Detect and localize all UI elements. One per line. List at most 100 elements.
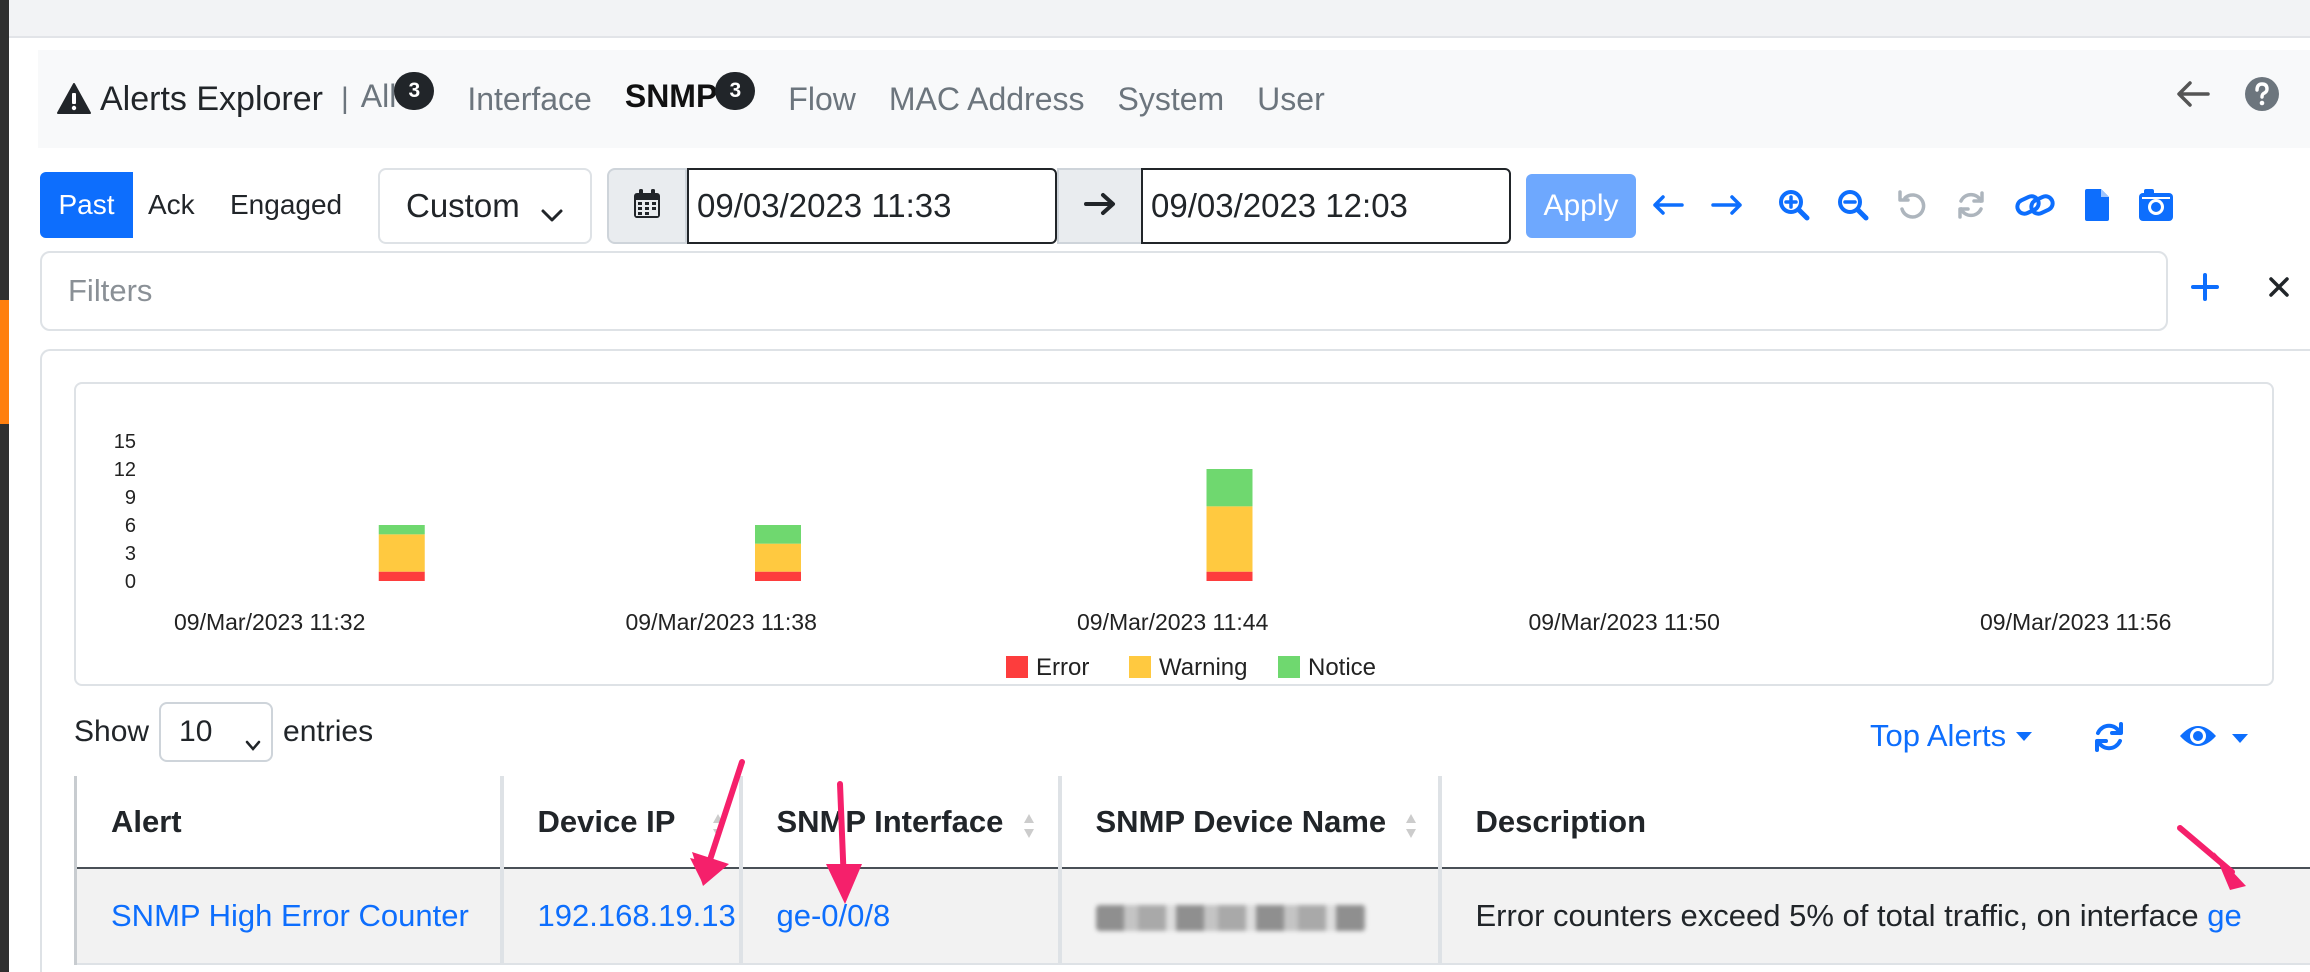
cell-alert: SNMP High Error Counter <box>74 868 502 965</box>
device-ip-link[interactable]: 192.168.19.13 <box>538 898 736 933</box>
chart-canvas: 15 12 9 6 3 0 09/Mar/2023 11:32 09/Mar/2023 11:… <box>114 431 2172 681</box>
chart-bar <box>1206 571 1253 581</box>
sort-icon <box>712 814 723 838</box>
help-icon[interactable] <box>2244 76 2280 112</box>
alert-link[interactable]: SNMP High Error Counter <box>111 898 469 933</box>
arrow-left-icon[interactable] <box>1652 194 1684 216</box>
chart-bar <box>1206 469 1253 507</box>
y-tick-label: 9 <box>125 487 136 509</box>
x-tick-label: 09/Mar/2023 11:56 <box>1980 609 2171 635</box>
clear-filters-icon[interactable] <box>2268 276 2290 303</box>
chart-bar <box>378 571 425 581</box>
arrow-right-icon[interactable] <box>1711 194 1743 216</box>
page-header: Alerts Explorer | All 3 Interface SNMP 3 F… <box>38 50 2310 148</box>
legend-swatch <box>1129 656 1151 678</box>
description-interface-link[interactable]: ge <box>2207 898 2241 933</box>
chart-bar <box>755 571 801 581</box>
refresh-icon[interactable] <box>1955 189 1987 221</box>
entries-control: Show 10 entries <box>74 702 373 762</box>
page-title: Alerts Explorer <box>100 79 323 118</box>
chart-bar <box>755 525 801 544</box>
sidebar-strip <box>0 0 9 972</box>
y-tick-label: 15 <box>114 431 136 453</box>
tab-user[interactable]: User <box>1257 81 1325 118</box>
entries-select[interactable]: 10 <box>159 702 274 762</box>
filters-box <box>40 251 2168 331</box>
filters-input[interactable] <box>42 253 2166 329</box>
tab-snmp-count-badge: 3 <box>715 72 756 110</box>
cell-description: Error counters exceed 5% of total traffi… <box>1437 868 2310 965</box>
tab-all-count-badge: 3 <box>394 72 435 110</box>
top-alerts-dropdown[interactable]: Top Alerts <box>1870 718 2033 754</box>
cell-snmp-device-name <box>1057 868 1440 965</box>
alerts-table: Alert Device IP SNMP Interface SNMP Devi… <box>74 776 2310 965</box>
y-tick-label: 0 <box>125 571 136 593</box>
snmp-interface-link[interactable]: ge-0/0/8 <box>777 898 891 933</box>
apply-button[interactable]: Apply <box>1526 174 1636 238</box>
column-header-snmp-interface[interactable]: SNMP Interface <box>738 776 1060 869</box>
tab-system[interactable]: System <box>1117 81 1224 118</box>
file-icon[interactable] <box>2083 188 2111 222</box>
link-icon[interactable] <box>2014 189 2056 221</box>
x-tick-label: 09/Mar/2023 11:38 <box>626 609 817 635</box>
zoom-in-icon[interactable] <box>1778 189 1810 221</box>
x-tick-label: 09/Mar/2023 11:32 <box>174 609 365 635</box>
redacted-device-name <box>1095 904 1366 931</box>
chevron-down-icon <box>540 194 564 232</box>
y-tick-label: 3 <box>125 543 136 565</box>
cell-snmp-interface: ge-0/0/8 <box>738 868 1060 965</box>
engaged-button[interactable]: Engaged <box>230 168 342 242</box>
undo-icon[interactable] <box>1896 189 1928 221</box>
toolbar-icons <box>1652 168 2174 242</box>
arrow-left-icon[interactable] <box>2176 80 2210 108</box>
date-from-input[interactable]: 09/03/2023 11:33 <box>687 168 1057 244</box>
caret-down-icon <box>2232 734 2248 743</box>
tab-interface[interactable]: Interface <box>467 81 592 118</box>
calendar-icon <box>632 188 662 225</box>
add-filter-icon[interactable] <box>2190 272 2220 307</box>
entries-label: entries <box>283 715 374 748</box>
time-controls: Past Ack Engaged Custom 09/03/2023 11:33… <box>40 168 2290 244</box>
sort-icon <box>1405 814 1416 838</box>
x-tick-label: 09/Mar/2023 11:44 <box>1077 609 1269 635</box>
calendar-button[interactable] <box>607 168 687 244</box>
table-row: SNMP High Error Counter 192.168.19.13 ge… <box>74 868 2310 965</box>
column-header-snmp-device-name[interactable]: SNMP Device Name <box>1057 776 1440 869</box>
column-header-alert[interactable]: Alert <box>74 776 502 869</box>
caret-down-icon <box>2016 731 2033 741</box>
tab-mac-address[interactable]: MAC Address <box>889 81 1085 118</box>
warning-icon <box>56 81 92 117</box>
top-bar <box>9 0 2310 38</box>
column-header-description[interactable]: Description <box>1437 776 2310 869</box>
past-button[interactable]: Past <box>40 172 133 238</box>
refresh-table-icon[interactable] <box>2092 720 2126 759</box>
ack-button[interactable]: Ack <box>148 168 195 242</box>
eye-icon <box>2178 722 2218 755</box>
legend-swatch <box>1006 656 1028 678</box>
tab-all[interactable]: All 3 <box>361 72 435 120</box>
snapshot-icon[interactable] <box>2138 188 2174 222</box>
chevron-down-icon <box>245 726 261 760</box>
tab-flow[interactable]: Flow <box>788 81 856 118</box>
title-separator: | <box>340 82 349 115</box>
cell-device-ip: 192.168.19.13 <box>499 868 741 965</box>
sort-icon <box>1023 814 1034 838</box>
date-to-input[interactable]: 09/03/2023 12:03 <box>1141 168 1511 244</box>
date-range-arrow <box>1057 168 1143 244</box>
entries-value: 10 <box>179 715 213 748</box>
zoom-out-icon[interactable] <box>1837 189 1869 221</box>
chart-bar <box>378 534 425 572</box>
legend-swatch <box>1278 656 1300 678</box>
column-visibility-dropdown[interactable] <box>2178 722 2248 755</box>
legend-label: Notice <box>1308 654 1376 681</box>
chart-bar <box>378 525 425 535</box>
arrow-right-icon <box>1083 191 1117 222</box>
legend-label: Warning <box>1159 654 1247 681</box>
tab-snmp[interactable]: SNMP 3 <box>625 72 756 120</box>
alerts-table-container: Alert Device IP SNMP Interface SNMP Devi… <box>74 776 2310 972</box>
time-range-select[interactable]: Custom <box>378 168 592 244</box>
top-alerts-label: Top Alerts <box>1870 718 2007 753</box>
column-header-device-ip[interactable]: Device IP <box>499 776 741 869</box>
y-tick-label: 12 <box>114 459 136 481</box>
sidebar-active-marker <box>0 300 9 424</box>
